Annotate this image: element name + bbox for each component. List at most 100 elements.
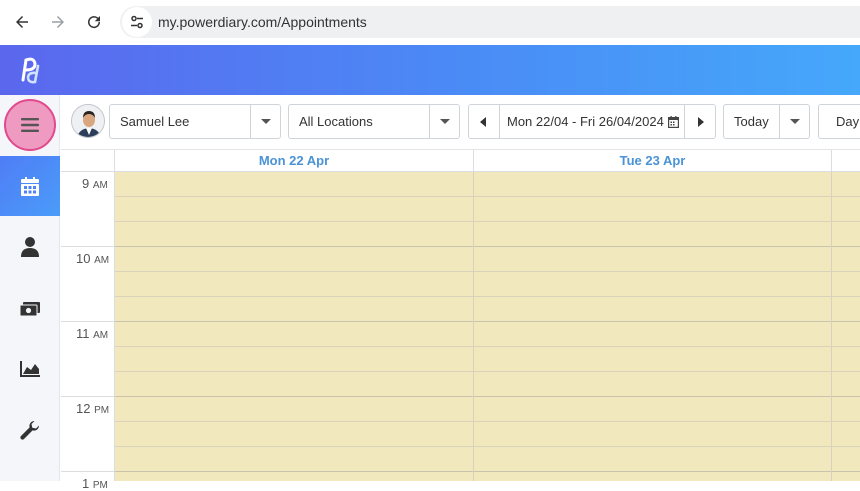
tune-icon — [131, 15, 143, 29]
slot-divider — [474, 246, 831, 247]
today-button[interactable]: Today — [723, 104, 810, 139]
reload-icon — [88, 16, 101, 29]
browser-toolbar: my.powerdiary.com/Appointments — [0, 0, 860, 45]
sidebar — [0, 95, 60, 481]
slot-divider — [115, 221, 473, 222]
hamburger-menu-icon — [21, 118, 39, 132]
calendar-icon — [21, 176, 39, 196]
today-dropdown-toggle[interactable] — [779, 105, 809, 138]
day-view-button[interactable]: Day — [818, 104, 860, 139]
chevron-left-icon — [480, 116, 486, 127]
slot-divider — [115, 371, 473, 372]
time-gutter: 9 AM 10 AM 11 AM 12 PM 1 PM — [61, 172, 115, 491]
address-bar[interactable]: my.powerdiary.com/Appointments — [120, 6, 860, 38]
slot-divider — [474, 421, 831, 422]
slot-divider — [474, 371, 831, 372]
sidebar-item-billing[interactable] — [0, 279, 60, 339]
arrow-right-icon — [52, 16, 64, 28]
hour-label: 1 PM — [82, 476, 108, 491]
date-range-picker: Mon 22/04 - Fri 26/04/2024 — [468, 104, 716, 139]
day-column-mon[interactable] — [115, 172, 474, 481]
sidebar-item-reports[interactable] — [0, 339, 60, 399]
slot-divider — [832, 396, 860, 397]
site-info-button[interactable] — [122, 7, 152, 37]
day-header-next[interactable] — [832, 150, 860, 172]
slot-divider — [115, 346, 473, 347]
day-header-mon[interactable]: Mon 22 Apr — [115, 150, 474, 172]
forward-button[interactable] — [40, 4, 76, 40]
today-button-label: Today — [734, 114, 769, 129]
hour-label: 11 AM — [76, 326, 109, 341]
location-select[interactable]: All Locations — [288, 104, 460, 139]
slot-divider — [832, 421, 860, 422]
day-column-tue[interactable] — [474, 172, 832, 481]
slot-divider — [474, 196, 831, 197]
calendar-grid: Mon 22 Apr Tue 23 Apr 9 AM 10 AM 11 AM 1… — [61, 150, 860, 491]
sidebar-item-settings[interactable] — [0, 400, 60, 460]
app-header — [0, 45, 860, 95]
reload-button[interactable] — [76, 4, 112, 40]
slot-divider — [832, 246, 860, 247]
slot-divider — [115, 296, 473, 297]
practitioner-select-value: Samuel Lee — [120, 114, 190, 129]
money-icon — [20, 302, 40, 316]
slot-divider — [832, 471, 860, 472]
slot-divider — [474, 221, 831, 222]
powerdiary-logo-icon[interactable] — [17, 54, 43, 89]
slot-divider — [115, 446, 473, 447]
slot-divider — [832, 446, 860, 447]
calendar-small-icon — [667, 115, 679, 128]
previous-week-button[interactable] — [469, 105, 500, 138]
slot-divider — [115, 421, 473, 422]
slot-divider — [474, 396, 831, 397]
slot-divider — [474, 296, 831, 297]
day-header-tue[interactable]: Tue 23 Apr — [474, 150, 832, 172]
slot-divider — [115, 471, 473, 472]
url-text[interactable]: my.powerdiary.com/Appointments — [158, 14, 367, 30]
slot-divider — [115, 321, 473, 322]
day-view-label: Day — [836, 114, 860, 129]
hour-divider — [61, 396, 115, 397]
back-button[interactable] — [4, 4, 40, 40]
slot-divider — [474, 471, 831, 472]
next-week-button[interactable] — [684, 105, 715, 138]
person-icon — [21, 237, 39, 257]
slot-divider — [832, 196, 860, 197]
slot-divider — [474, 446, 831, 447]
slot-divider — [115, 271, 473, 272]
slot-divider — [832, 271, 860, 272]
slot-divider — [474, 346, 831, 347]
hour-divider — [61, 246, 115, 247]
slot-divider — [115, 396, 473, 397]
calendar-toolbar: Samuel Lee All Locations Mon 22/04 - Fri… — [61, 95, 860, 150]
avatar[interactable] — [71, 104, 105, 138]
sidebar-item-calendar[interactable] — [0, 156, 60, 216]
chevron-right-icon — [698, 116, 704, 127]
slot-divider — [115, 196, 473, 197]
chevron-down-icon — [789, 119, 800, 124]
date-range-text: Mon 22/04 - Fri 26/04/2024 — [507, 114, 664, 129]
hour-label: 12 PM — [76, 401, 110, 416]
slot-divider — [115, 246, 473, 247]
slot-divider — [474, 271, 831, 272]
practitioner-dropdown-toggle[interactable] — [250, 105, 280, 138]
slot-divider — [832, 221, 860, 222]
chevron-down-icon — [439, 119, 450, 124]
slot-divider — [474, 321, 831, 322]
location-dropdown-toggle[interactable] — [429, 105, 459, 138]
hour-divider — [61, 321, 115, 322]
practitioner-select[interactable]: Samuel Lee — [109, 104, 281, 139]
chevron-down-icon — [260, 119, 271, 124]
date-range-field[interactable]: Mon 22/04 - Fri 26/04/2024 — [500, 114, 684, 129]
menu-highlight[interactable] — [4, 99, 56, 151]
hour-label: 9 AM — [82, 176, 108, 191]
slot-divider — [832, 371, 860, 372]
sidebar-item-clients[interactable] — [0, 217, 60, 277]
sidebar-menu-button[interactable] — [0, 95, 60, 155]
wrench-icon — [20, 420, 40, 440]
day-column-next[interactable] — [832, 172, 860, 481]
location-select-value: All Locations — [299, 114, 373, 129]
area-chart-icon — [20, 361, 40, 377]
slot-divider — [832, 346, 860, 347]
slot-divider — [832, 321, 860, 322]
